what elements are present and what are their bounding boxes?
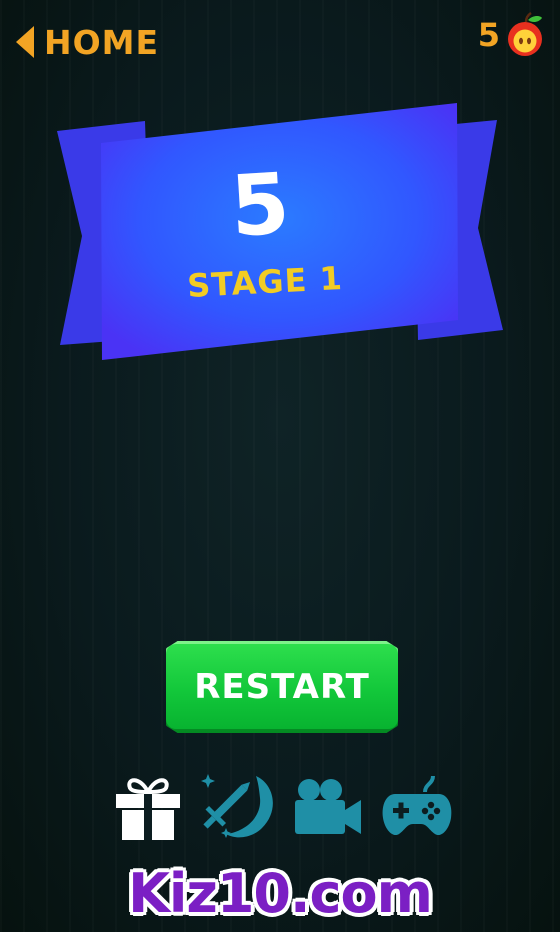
logo-text: Kiz10.com — [128, 862, 433, 925]
restart-button[interactable]: RESTART — [166, 641, 398, 733]
gift-button[interactable] — [112, 770, 184, 842]
video-button[interactable] — [293, 778, 363, 838]
restart-label: RESTART — [194, 667, 370, 707]
gamepad-icon — [382, 775, 452, 836]
icon-bar — [0, 770, 560, 846]
kiz10-logo[interactable]: Kiz10.com — [0, 862, 560, 926]
gift-icon — [116, 778, 180, 840]
level-number: 5 — [227, 154, 293, 256]
level-banner: 5 STAGE 1 — [0, 0, 560, 400]
sword-moon-icon — [201, 774, 273, 838]
more-games-button[interactable] — [381, 774, 453, 840]
video-camera-icon — [295, 779, 361, 834]
skills-button[interactable] — [196, 770, 278, 842]
